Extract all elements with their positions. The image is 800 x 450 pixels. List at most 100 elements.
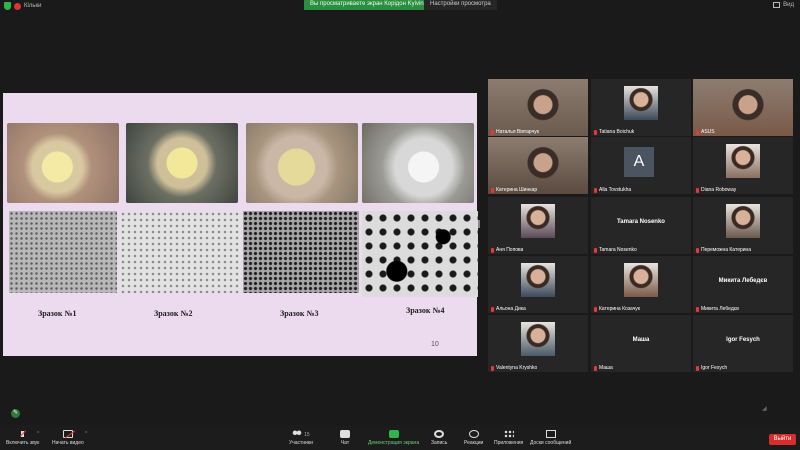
unmute-button[interactable]: Включить звук [6, 430, 39, 446]
muted-mic-icon [696, 365, 699, 371]
app-label: Кільки [24, 3, 42, 9]
view-button[interactable]: Вид [773, 2, 794, 8]
participant-name-label: Diana Roboway [696, 187, 736, 193]
sample-label-1: Зразок №1 [38, 309, 77, 318]
record-indicator-icon [14, 2, 21, 10]
unmute-label: Включить звук [6, 440, 40, 446]
participant-name: Наталья Вівтарчук [496, 129, 539, 135]
participant-name-label: Альона Дика [491, 306, 526, 312]
participant-name: Valentyna Kryshko [496, 365, 538, 371]
panel-resize-handle[interactable] [478, 220, 480, 228]
participant-name-label: Аня Попова [491, 247, 523, 253]
participants-button[interactable]: 15 Участники [289, 430, 313, 446]
participant-name: Diana Roboway [701, 187, 737, 193]
participant-tile[interactable]: Наталья Вівтарчук [488, 79, 588, 136]
sample-photo-4 [362, 123, 474, 203]
share-screen-button[interactable]: Демонстрация экрана [368, 430, 419, 446]
muted-mic-icon [594, 187, 597, 193]
share-screen-label: Демонстрация экрана [368, 440, 420, 446]
participant-name: Альона Дика [496, 306, 526, 312]
reactions-label: Реакции [464, 440, 484, 446]
participant-name-label: Микита Лебедєв [696, 306, 739, 312]
top-bar: Кільки Вы просматриваете экран Корідон K… [0, 0, 800, 12]
participant-video [726, 204, 760, 238]
annotate-pencil-icon[interactable]: ✎ [11, 409, 20, 418]
muted-mic-icon [491, 129, 494, 135]
muted-mic-icon [491, 247, 494, 253]
participant-tile[interactable]: Diana Roboway [693, 137, 793, 194]
participant-video [521, 263, 555, 297]
muted-mic-icon [491, 306, 494, 312]
participant-tile[interactable]: ASUS [693, 79, 793, 136]
foam-image-3 [243, 211, 359, 293]
participant-tile[interactable]: Valentyna Kryshko [488, 315, 588, 372]
participant-name-label: Маша [594, 365, 613, 371]
participant-name: Катерина Козачук [599, 306, 640, 312]
shield-icon [4, 2, 11, 10]
muted-mic-icon [594, 306, 597, 312]
participant-tile[interactable]: Tatiana Boichuk [591, 79, 691, 136]
start-video-label: Начать видео [52, 440, 84, 446]
apps-button[interactable]: Приложения [494, 430, 523, 446]
participant-video [624, 86, 658, 120]
participant-name-label: Tamara Nosenko [594, 247, 637, 253]
apps-label: Приложения [494, 440, 524, 446]
participant-tile[interactable]: Микита Лебедєв Микита Лебедєв [693, 256, 793, 313]
chat-label: Чат [340, 440, 350, 446]
shared-screen-slide: Зразок №1 Зразок №2 Зразок №3 Зразок №4 … [3, 93, 478, 356]
participant-name-label: Igor Fesych [696, 365, 727, 371]
foam-image-2 [120, 211, 242, 293]
participant-tile[interactable]: Катерина Шинкар [488, 137, 588, 194]
view-options-button[interactable]: Настройки просмотра [424, 0, 497, 10]
sample-photo-2 [126, 123, 238, 203]
start-video-button[interactable]: Начать видео [52, 430, 84, 446]
audio-options-chevron-icon[interactable]: ⌃ [36, 431, 40, 437]
participant-display-name: Микита Лебедєв [718, 278, 768, 284]
view-label: Вид [783, 2, 794, 8]
video-off-icon [62, 430, 73, 438]
participant-name-label: Tatiana Boichuk [594, 129, 634, 135]
participant-name-label: Переможна Катерина [696, 247, 751, 253]
muted-mic-icon [594, 365, 597, 371]
participant-video [521, 322, 555, 356]
participant-tile[interactable]: Igor Fesych Igor Fesych [693, 315, 793, 372]
resize-corner-icon[interactable]: ◢ [762, 405, 767, 412]
whiteboards-button[interactable]: Доски сообщений [530, 430, 571, 446]
participant-count: 15 [304, 432, 310, 438]
sample-photo-3 [246, 123, 358, 203]
muted-mic-icon [17, 430, 28, 438]
participants-label: Участники [289, 440, 313, 446]
leave-button[interactable]: Выйти [769, 434, 796, 445]
muted-mic-icon [594, 247, 597, 253]
muted-mic-icon [696, 306, 699, 312]
participant-tile[interactable]: Аня Попова [488, 197, 588, 254]
participant-tile[interactable]: Маша Маша [591, 315, 691, 372]
participant-tile[interactable]: A Alla Tovstukha [591, 137, 691, 194]
participant-name-label: ASUS [696, 129, 715, 135]
participant-tile[interactable]: Переможна Катерина [693, 197, 793, 254]
video-options-chevron-icon[interactable]: ⌃ [84, 431, 88, 437]
chat-button[interactable]: Чат [340, 430, 350, 446]
record-button[interactable]: Запись [431, 430, 447, 446]
screen-share-banner: Вы просматриваете экран Корідон Kyivina [304, 0, 433, 10]
participant-video [693, 79, 793, 136]
sample-label-2: Зразок №2 [154, 309, 193, 318]
sample-label-3: Зразок №3 [280, 309, 319, 318]
participant-tile[interactable]: Катерина Козачук [591, 256, 691, 313]
muted-mic-icon [696, 129, 699, 135]
whiteboard-icon [545, 430, 556, 438]
participant-tile[interactable]: Tamara Nosenko Tamara Nosenko [591, 197, 691, 254]
foam-image-4 [362, 211, 478, 297]
participant-video [624, 263, 658, 297]
muted-mic-icon [696, 247, 699, 253]
participant-tile[interactable]: Альона Дика [488, 256, 588, 313]
participant-name: Tamara Nosenko [599, 247, 637, 253]
participant-display-name: Igor Fesych [726, 337, 760, 343]
participant-video [521, 204, 555, 238]
participant-display-name: Маша [632, 337, 650, 343]
reactions-button[interactable]: Реакции [464, 430, 483, 446]
participant-name: Маша [599, 365, 613, 371]
grid-icon [773, 2, 781, 8]
top-left-info: Кільки [4, 2, 41, 10]
participant-name: Переможна Катерина [701, 247, 752, 253]
